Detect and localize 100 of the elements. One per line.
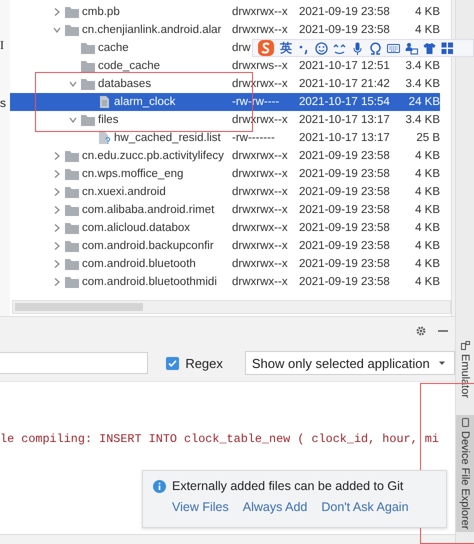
tree-row[interactable]: cn.edu.zucc.pb.activitylifecy drwxrwx--x 2021-09-19 23:58 4 KB xyxy=(10,147,440,165)
tree-row[interactable]: cmb.pb drwxrwx--x 2021-09-19 23:58 4 KB xyxy=(10,3,440,21)
tree-row[interactable]: hw_cached_resid.list -rw------- 2021-10-17 13:17 25 B xyxy=(10,129,440,147)
file-name: com.alibaba.android.rimet xyxy=(82,204,214,216)
size-text: 4 KB xyxy=(415,150,440,162)
check-icon xyxy=(168,358,178,368)
file-name: cache xyxy=(98,42,129,54)
permissions-text: drwxrwx--x xyxy=(232,24,288,36)
chevron-icon[interactable] xyxy=(68,115,78,125)
tree-row[interactable]: code_cache drwxrws--x 2021-10-17 12:51 3.4 KB xyxy=(10,57,440,75)
tab-label: Emulator xyxy=(459,354,471,398)
action-link[interactable]: Always Add xyxy=(242,500,308,514)
folder-icon xyxy=(65,258,79,270)
devices-icon xyxy=(460,341,470,350)
scrollbar[interactable] xyxy=(12,300,451,314)
language-toggle[interactable]: 英 xyxy=(280,40,292,56)
side-tab[interactable]: Emulator xyxy=(456,338,474,402)
unknown-file-icon xyxy=(97,132,111,144)
person-card-icon[interactable] xyxy=(405,42,418,54)
chevron-icon[interactable] xyxy=(68,79,78,89)
date-text: 2021-09-19 23:58 xyxy=(299,186,390,198)
chevron-icon[interactable] xyxy=(52,241,62,251)
size-text: 4 KB xyxy=(415,204,440,216)
size-text: 3.4 KB xyxy=(405,60,440,72)
folder-icon xyxy=(65,150,79,162)
permissions-text: drwxrwx--x xyxy=(232,186,288,198)
logo-icon[interactable] xyxy=(257,39,275,57)
tree-row[interactable]: com.alicloud.databox drwxrwx--x 2021-09-19 23:58 4 KB xyxy=(10,219,440,237)
date-text: 2021-10-17 15:54 xyxy=(299,96,390,108)
chevron-icon[interactable] xyxy=(52,187,62,197)
file-name: com.android.bluetooth xyxy=(82,258,196,270)
permissions-text: drwxrwx--x xyxy=(232,6,288,18)
folder-icon xyxy=(81,78,95,90)
chevron-icon[interactable] xyxy=(52,205,62,215)
tree-row[interactable]: cn.xuexi.android drwxrwx--x 2021-09-19 23:58 4 KB xyxy=(10,183,440,201)
folder-icon xyxy=(81,60,95,72)
date-text: 2021-09-19 23:58 xyxy=(299,258,390,270)
date-text: 2021-09-19 23:58 xyxy=(299,276,390,288)
date-text: 2021-09-19 23:58 xyxy=(299,6,390,18)
panel-text: I xyxy=(0,38,5,52)
size-text: 24 KB xyxy=(408,96,440,108)
chevron-icon[interactable] xyxy=(52,7,62,17)
date-text: 2021-10-17 21:42 xyxy=(299,78,390,90)
file-name: code_cache xyxy=(98,60,160,72)
folder-icon xyxy=(81,114,95,126)
tree-row[interactable]: com.alibaba.android.rimet drwxrwx--x 2021-09-19 23:58 4 KB xyxy=(10,201,440,219)
file-name: hw_cached_resid.list xyxy=(114,132,221,144)
file-name: cn.wps.moffice_eng xyxy=(82,168,184,180)
shirt-icon[interactable] xyxy=(423,42,436,54)
permissions-text: -rw------- xyxy=(232,132,275,144)
permissions-text: drwxrwx--x xyxy=(232,276,288,288)
folder-icon xyxy=(65,276,79,288)
side-tab[interactable]: Device File Explorer xyxy=(456,415,474,532)
keyboard-icon[interactable] xyxy=(387,42,400,54)
tree-row[interactable]: cn.wps.moffice_eng drwxrwx--x 2021-09-19 23:58 4 KB xyxy=(10,165,440,183)
tree-row[interactable]: cn.chenjianlink.android.alar drwxrwx--x 2021-09-19 23:58 4 KB xyxy=(10,21,440,39)
date-text: 2021-09-19 23:58 xyxy=(299,150,390,162)
settings-icon[interactable] xyxy=(415,325,427,337)
file-name: com.alicloud.databox xyxy=(82,222,190,234)
folder-icon xyxy=(65,6,79,18)
chevron-icon[interactable] xyxy=(52,169,62,179)
size-text: 4 KB xyxy=(415,240,440,252)
emoticon-icon[interactable] xyxy=(333,42,346,54)
permissions-text: drwxrws--x xyxy=(232,60,288,72)
chevron-icon[interactable] xyxy=(52,259,62,269)
date-text: 2021-09-19 23:58 xyxy=(299,24,390,36)
folder-icon xyxy=(65,24,79,36)
permissions-text: drwxrwx--x xyxy=(232,222,288,234)
log-line: le compiling: INSERT INTO clock_table_new ( clock_id, hour, mi xyxy=(0,432,440,446)
app-filter-dropdown[interactable]: Show only selected application xyxy=(244,351,455,375)
smiley-icon[interactable] xyxy=(315,42,328,54)
tree-row[interactable]: com.android.bluetooth drwxrwx--x 2021-09-19 23:58 4 KB xyxy=(10,255,440,273)
size-text: 4 KB xyxy=(415,168,440,180)
date-text: 2021-09-19 23:58 xyxy=(299,222,390,234)
action-link[interactable]: Don't Ask Again xyxy=(321,500,409,514)
date-text: 2021-10-17 13:17 xyxy=(299,114,390,126)
size-text: 3.4 KB xyxy=(405,114,440,126)
omega-icon[interactable] xyxy=(369,42,382,54)
permissions-text: drwxrwx--x xyxy=(232,204,288,216)
folder-icon xyxy=(65,186,79,198)
phone-icon xyxy=(460,418,470,428)
file-name: alarm_clock xyxy=(114,96,176,108)
file-name: com.android.backupconfir xyxy=(82,240,214,252)
size-text: 4 KB xyxy=(415,276,440,288)
regex-checkbox[interactable]: Regex xyxy=(166,356,223,370)
chevron-icon[interactable] xyxy=(52,151,62,161)
search-field[interactable] xyxy=(0,352,148,374)
permissions-text: drwxrwx--x xyxy=(232,258,288,270)
size-text: 3.4 KB xyxy=(405,78,440,90)
chevron-icon[interactable] xyxy=(52,277,62,287)
tree-row[interactable]: com.android.bluetoothmidi drwxrwx--x 2021-09-19 23:58 4 KB xyxy=(10,273,440,291)
microphone-icon[interactable] xyxy=(351,42,364,54)
chevron-icon[interactable] xyxy=(52,223,62,233)
size-text: 4 KB xyxy=(415,222,440,234)
action-link[interactable]: View Files xyxy=(172,500,229,514)
permissions-text: drw xyxy=(232,42,251,54)
chevron-icon[interactable] xyxy=(52,25,62,35)
date-text: 2021-09-19 23:58 xyxy=(299,204,390,216)
grid-icon[interactable] xyxy=(441,42,454,54)
tree-row[interactable]: com.android.backupconfir drwxrwx--x 2021-09-19 23:58 4 KB xyxy=(10,237,440,255)
